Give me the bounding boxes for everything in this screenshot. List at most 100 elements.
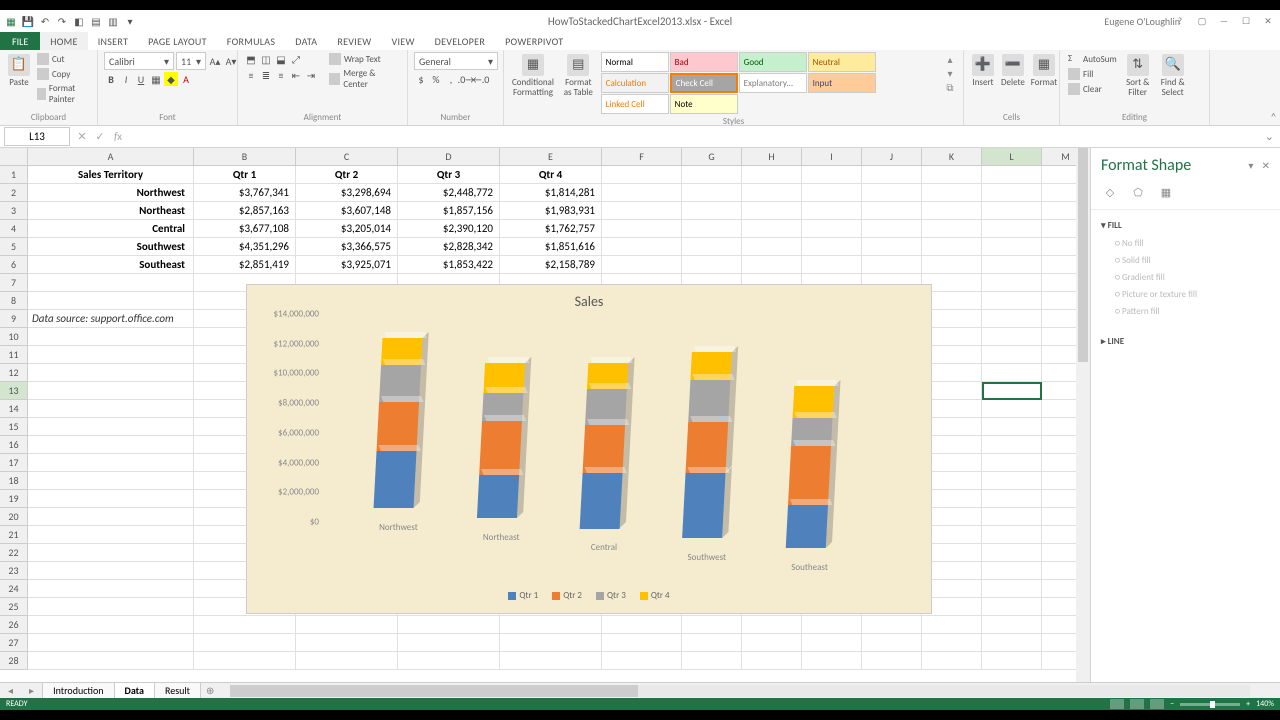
cell[interactable]: [982, 310, 1042, 328]
font-color-button[interactable]: A: [179, 72, 193, 86]
align-right-icon[interactable]: ≡: [274, 68, 288, 82]
cell[interactable]: Northeast: [28, 202, 194, 220]
align-top-icon[interactable]: ⬒: [244, 52, 258, 66]
align-middle-icon[interactable]: ◫: [259, 52, 273, 66]
cell[interactable]: [682, 652, 742, 670]
cell[interactable]: $2,448,772: [398, 184, 500, 202]
row-header[interactable]: 16: [0, 436, 28, 454]
cell[interactable]: $4,351,296: [194, 238, 296, 256]
row-header[interactable]: 8: [0, 292, 28, 310]
cell[interactable]: [602, 652, 682, 670]
cell[interactable]: [982, 184, 1042, 202]
column-header[interactable]: B: [194, 148, 296, 166]
cell[interactable]: [28, 544, 194, 562]
cell[interactable]: [982, 400, 1042, 418]
file-tab[interactable]: FILE: [0, 32, 40, 50]
page-layout-view-icon[interactable]: [1130, 699, 1144, 709]
sheet-nav-next-icon[interactable]: ▸: [21, 684, 42, 697]
pane-menu-icon[interactable]: ▾: [1248, 159, 1253, 172]
cancel-fx-icon[interactable]: ✕: [74, 130, 90, 143]
bar-segment[interactable]: [682, 473, 725, 538]
format-painter-button[interactable]: Format Painter: [35, 82, 91, 106]
cell[interactable]: [742, 166, 802, 184]
cell[interactable]: [982, 292, 1042, 310]
cell[interactable]: Qtr 2: [296, 166, 398, 184]
sort-filter-button[interactable]: ⇅Sort & Filter: [1122, 52, 1154, 100]
align-left-icon[interactable]: ≡: [244, 68, 258, 82]
chart-object[interactable]: Sales $0$2,000,000$4,000,000$6,000,000$8…: [246, 284, 932, 614]
percent-icon[interactable]: %: [429, 72, 443, 86]
chart-legend[interactable]: Qtr 1Qtr 2Qtr 3Qtr 4: [247, 590, 931, 601]
format-cells-button[interactable]: ▦Format: [1030, 52, 1058, 90]
cell[interactable]: [28, 472, 194, 490]
cell[interactable]: [296, 652, 398, 670]
copy-button[interactable]: Copy: [35, 67, 91, 81]
cell[interactable]: [802, 166, 862, 184]
row-header[interactable]: 22: [0, 544, 28, 562]
cell[interactable]: [28, 346, 194, 364]
cell[interactable]: [682, 166, 742, 184]
cell[interactable]: $1,814,281: [500, 184, 602, 202]
cell[interactable]: [802, 184, 862, 202]
page-break-view-icon[interactable]: [1150, 699, 1164, 709]
cell[interactable]: [802, 202, 862, 220]
cell[interactable]: [982, 382, 1042, 400]
cell[interactable]: [922, 220, 982, 238]
cell[interactable]: [28, 616, 194, 634]
cell[interactable]: [682, 634, 742, 652]
dec-decimal-icon[interactable]: ←.0: [474, 72, 488, 86]
ribbon-tab-data[interactable]: DATA: [285, 32, 327, 50]
cell-style[interactable]: Neutral: [808, 52, 876, 72]
save-icon[interactable]: 💾: [21, 14, 35, 28]
column-header[interactable]: F: [602, 148, 682, 166]
legend-item[interactable]: Qtr 2: [552, 590, 582, 601]
fx-icon[interactable]: fx: [110, 130, 126, 143]
cell[interactable]: [28, 580, 194, 598]
minimize-icon[interactable]: —: [1214, 14, 1234, 28]
cell[interactable]: [802, 616, 862, 634]
cell[interactable]: [602, 634, 682, 652]
indent-dec-icon[interactable]: ⇤: [289, 68, 303, 82]
cell[interactable]: [982, 238, 1042, 256]
cell[interactable]: [602, 202, 682, 220]
cell-style[interactable]: Check Cell: [670, 73, 738, 93]
zoom-slider[interactable]: [1180, 703, 1240, 706]
sheet-nav-prev-icon[interactable]: ◂: [0, 684, 21, 697]
cell[interactable]: $1,762,757: [500, 220, 602, 238]
zoom-level[interactable]: 140%: [1256, 699, 1274, 709]
ribbon-tab-view[interactable]: VIEW: [381, 32, 424, 50]
zoom-in-icon[interactable]: +: [1246, 699, 1250, 709]
cell[interactable]: [602, 220, 682, 238]
fill-option-radio[interactable]: ○ Solid fill: [1101, 252, 1270, 269]
bar-segment[interactable]: [374, 452, 417, 509]
cell[interactable]: $3,767,341: [194, 184, 296, 202]
clear-button[interactable]: Clear: [1066, 82, 1119, 96]
effects-tab-icon[interactable]: ⬠: [1129, 183, 1147, 201]
cell-style[interactable]: Explanatory...: [739, 73, 807, 93]
legend-item[interactable]: Qtr 3: [596, 590, 626, 601]
cell[interactable]: Southwest: [28, 238, 194, 256]
cell[interactable]: [742, 184, 802, 202]
cell[interactable]: [862, 166, 922, 184]
cell[interactable]: $2,857,163: [194, 202, 296, 220]
cell[interactable]: [922, 166, 982, 184]
row-header[interactable]: 19: [0, 490, 28, 508]
cell[interactable]: [922, 256, 982, 274]
cell[interactable]: [28, 454, 194, 472]
fill-button[interactable]: Fill: [1066, 67, 1119, 81]
cell[interactable]: Qtr 1: [194, 166, 296, 184]
cell[interactable]: [28, 418, 194, 436]
cell[interactable]: Qtr 3: [398, 166, 500, 184]
cell[interactable]: [982, 580, 1042, 598]
inc-decimal-icon[interactable]: .0→: [459, 72, 473, 86]
fill-section[interactable]: ▾ FILL: [1101, 216, 1270, 235]
delete-cells-button[interactable]: ➖Delete: [999, 52, 1027, 90]
cell[interactable]: $3,925,071: [296, 256, 398, 274]
comma-icon[interactable]: ,: [444, 72, 458, 86]
cell[interactable]: [922, 616, 982, 634]
row-header[interactable]: 2: [0, 184, 28, 202]
row-header[interactable]: 20: [0, 508, 28, 526]
cell[interactable]: [982, 328, 1042, 346]
zoom-out-icon[interactable]: −: [1170, 699, 1174, 709]
cell[interactable]: [398, 616, 500, 634]
